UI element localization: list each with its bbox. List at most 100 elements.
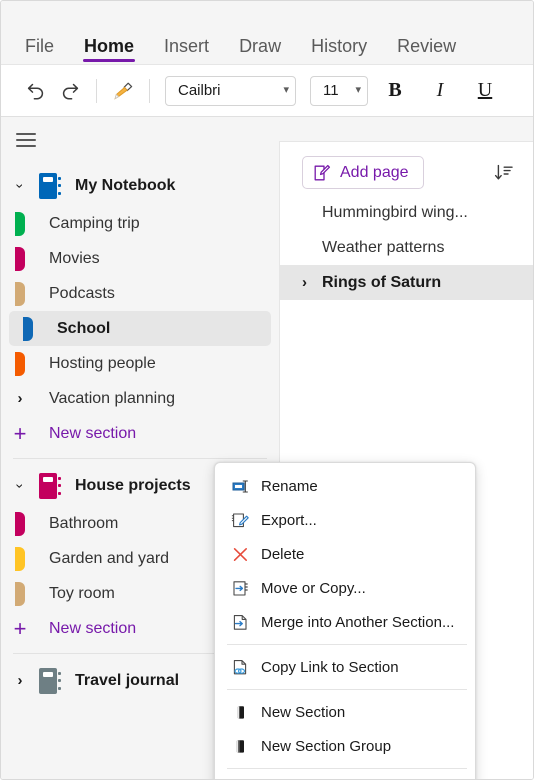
page-label: Weather patterns — [322, 238, 445, 256]
redo-button[interactable] — [53, 74, 87, 108]
sidebar-section-group-vacation-planning[interactable]: › Vacation planning — [1, 381, 279, 416]
add-page-label: Add page — [340, 163, 409, 181]
sidebar-section-hosting-people[interactable]: Hosting people — [1, 346, 279, 381]
new-section-button-my-notebook[interactable]: + New section — [1, 416, 279, 452]
notebook-my-notebook[interactable]: › My Notebook — [1, 165, 279, 206]
page-list-item-selected[interactable]: › Rings of Saturn — [280, 265, 533, 300]
onenote-window: File Home Insert Draw History Review Cai… — [0, 0, 534, 780]
chevron-right-icon[interactable]: › — [302, 274, 322, 291]
context-menu-item-delete[interactable]: Delete — [215, 537, 475, 571]
page-label: Rings of Saturn — [322, 273, 442, 291]
notebook-name: Travel journal — [75, 671, 180, 689]
notebook-icon — [39, 667, 61, 694]
italic-button[interactable]: I — [422, 75, 458, 107]
font-size-select[interactable]: 11 ▾ — [310, 75, 368, 106]
font-family-select[interactable]: Cailbri ▾ — [165, 75, 296, 106]
delete-x-icon — [227, 545, 253, 564]
notebook-icon — [39, 472, 61, 499]
context-menu-label: New Section — [261, 703, 346, 721]
chevron-down-icon[interactable]: › — [1, 479, 39, 493]
tab-file[interactable]: File — [19, 37, 69, 64]
toolbar-divider-2 — [149, 78, 150, 103]
underline-button[interactable]: U — [467, 75, 503, 107]
italic-label: I — [436, 79, 444, 101]
context-menu-label: Rename — [261, 477, 318, 495]
font-family-value: Cailbri — [178, 82, 221, 99]
sidebar-section-movies[interactable]: Movies — [1, 241, 279, 276]
sidebar-section-podcasts[interactable]: Podcasts — [1, 276, 279, 311]
section-label: School — [57, 319, 111, 337]
chevron-down-icon[interactable]: › — [1, 179, 39, 193]
export-icon — [227, 511, 253, 530]
active-tab-underline — [83, 59, 136, 62]
section-label: Camping trip — [49, 214, 140, 232]
workspace: Add page Hummingbird wing... Weather pat… — [1, 117, 533, 779]
hamburger-bar — [16, 133, 36, 135]
new-section-label: New section — [49, 620, 137, 637]
new-section-group-icon — [227, 737, 253, 756]
add-page-button[interactable]: Add page — [302, 156, 424, 189]
context-menu-separator — [227, 644, 467, 645]
underline-label: U — [477, 79, 493, 101]
sort-descending-icon — [494, 164, 513, 179]
chevron-right-icon[interactable]: › — [1, 673, 39, 688]
section-color-swatch — [1, 581, 39, 606]
bold-button[interactable]: B — [377, 75, 413, 107]
context-menu-item-copy-link-to-section[interactable]: Copy Link to Section — [215, 650, 475, 684]
context-menu-item-export[interactable]: Export... — [215, 503, 475, 537]
undo-button[interactable] — [19, 74, 53, 108]
hamburger-bar — [16, 145, 36, 147]
context-menu-separator — [227, 689, 467, 690]
notebook-icon — [39, 172, 61, 199]
format-painter-button[interactable] — [106, 74, 140, 108]
context-menu-item-move-or-copy[interactable]: Move or Copy... — [215, 571, 475, 605]
new-section-label: New section — [49, 425, 137, 442]
tab-draw[interactable]: Draw — [224, 37, 296, 64]
tab-review[interactable]: Review — [382, 37, 471, 64]
hamburger-icon[interactable] — [13, 127, 39, 153]
new-section-icon — [227, 703, 253, 722]
section-label: Bathroom — [49, 514, 119, 532]
format-painter-icon — [114, 82, 133, 100]
undo-icon — [27, 83, 44, 99]
context-menu-item-password-protect-this-section[interactable]: Password Protect This Section — [215, 774, 475, 779]
merge-section-icon — [227, 613, 253, 632]
nav-divider — [13, 458, 267, 459]
tab-insert-label: Insert — [164, 36, 210, 56]
context-menu-separator — [227, 768, 467, 769]
section-label: Toy room — [49, 584, 115, 602]
section-color-swatch — [1, 281, 39, 306]
page-list-item[interactable]: Hummingbird wing... — [280, 195, 533, 230]
sidebar-section-school[interactable]: School — [9, 311, 271, 346]
context-menu-label: Export... — [261, 511, 317, 529]
context-menu-item-rename[interactable]: Rename — [215, 469, 475, 503]
context-menu-item-new-section-group[interactable]: New Section Group — [215, 729, 475, 763]
context-menu-item-merge-into-another-section[interactable]: Merge into Another Section... — [215, 605, 475, 639]
font-size-value: 11 — [323, 82, 339, 99]
notebook-name: My Notebook — [75, 176, 176, 194]
bold-label: B — [388, 79, 402, 101]
tab-home[interactable]: Home — [69, 37, 149, 64]
sort-pages-button[interactable] — [489, 158, 519, 188]
chevron-down-icon: ▾ — [355, 84, 361, 96]
plus-icon: + — [13, 616, 27, 641]
tab-insert[interactable]: Insert — [149, 37, 224, 64]
tab-file-label: File — [25, 36, 55, 56]
context-menu-label: Move or Copy... — [261, 579, 366, 597]
context-menu-item-new-section[interactable]: New Section — [215, 695, 475, 729]
tab-draw-label: Draw — [239, 36, 282, 56]
notebook-name: House projects — [75, 476, 191, 494]
plus-icon: + — [13, 421, 27, 446]
page-list-toolbar: Add page — [280, 142, 533, 195]
chevron-right-icon[interactable]: › — [1, 391, 39, 406]
sidebar-section-camping-trip[interactable]: Camping trip — [1, 206, 279, 241]
tab-history[interactable]: History — [296, 37, 382, 64]
section-color-swatch — [1, 511, 39, 536]
section-label: Podcasts — [49, 284, 115, 302]
copy-link-icon — [227, 658, 253, 677]
redo-icon — [62, 83, 79, 99]
page-list-item[interactable]: Weather patterns — [280, 230, 533, 265]
context-menu-label: Merge into Another Section... — [261, 613, 455, 631]
section-group-label: Vacation planning — [49, 389, 176, 407]
section-context-menu: Rename Export... Delete Move or Copy... … — [214, 462, 476, 779]
